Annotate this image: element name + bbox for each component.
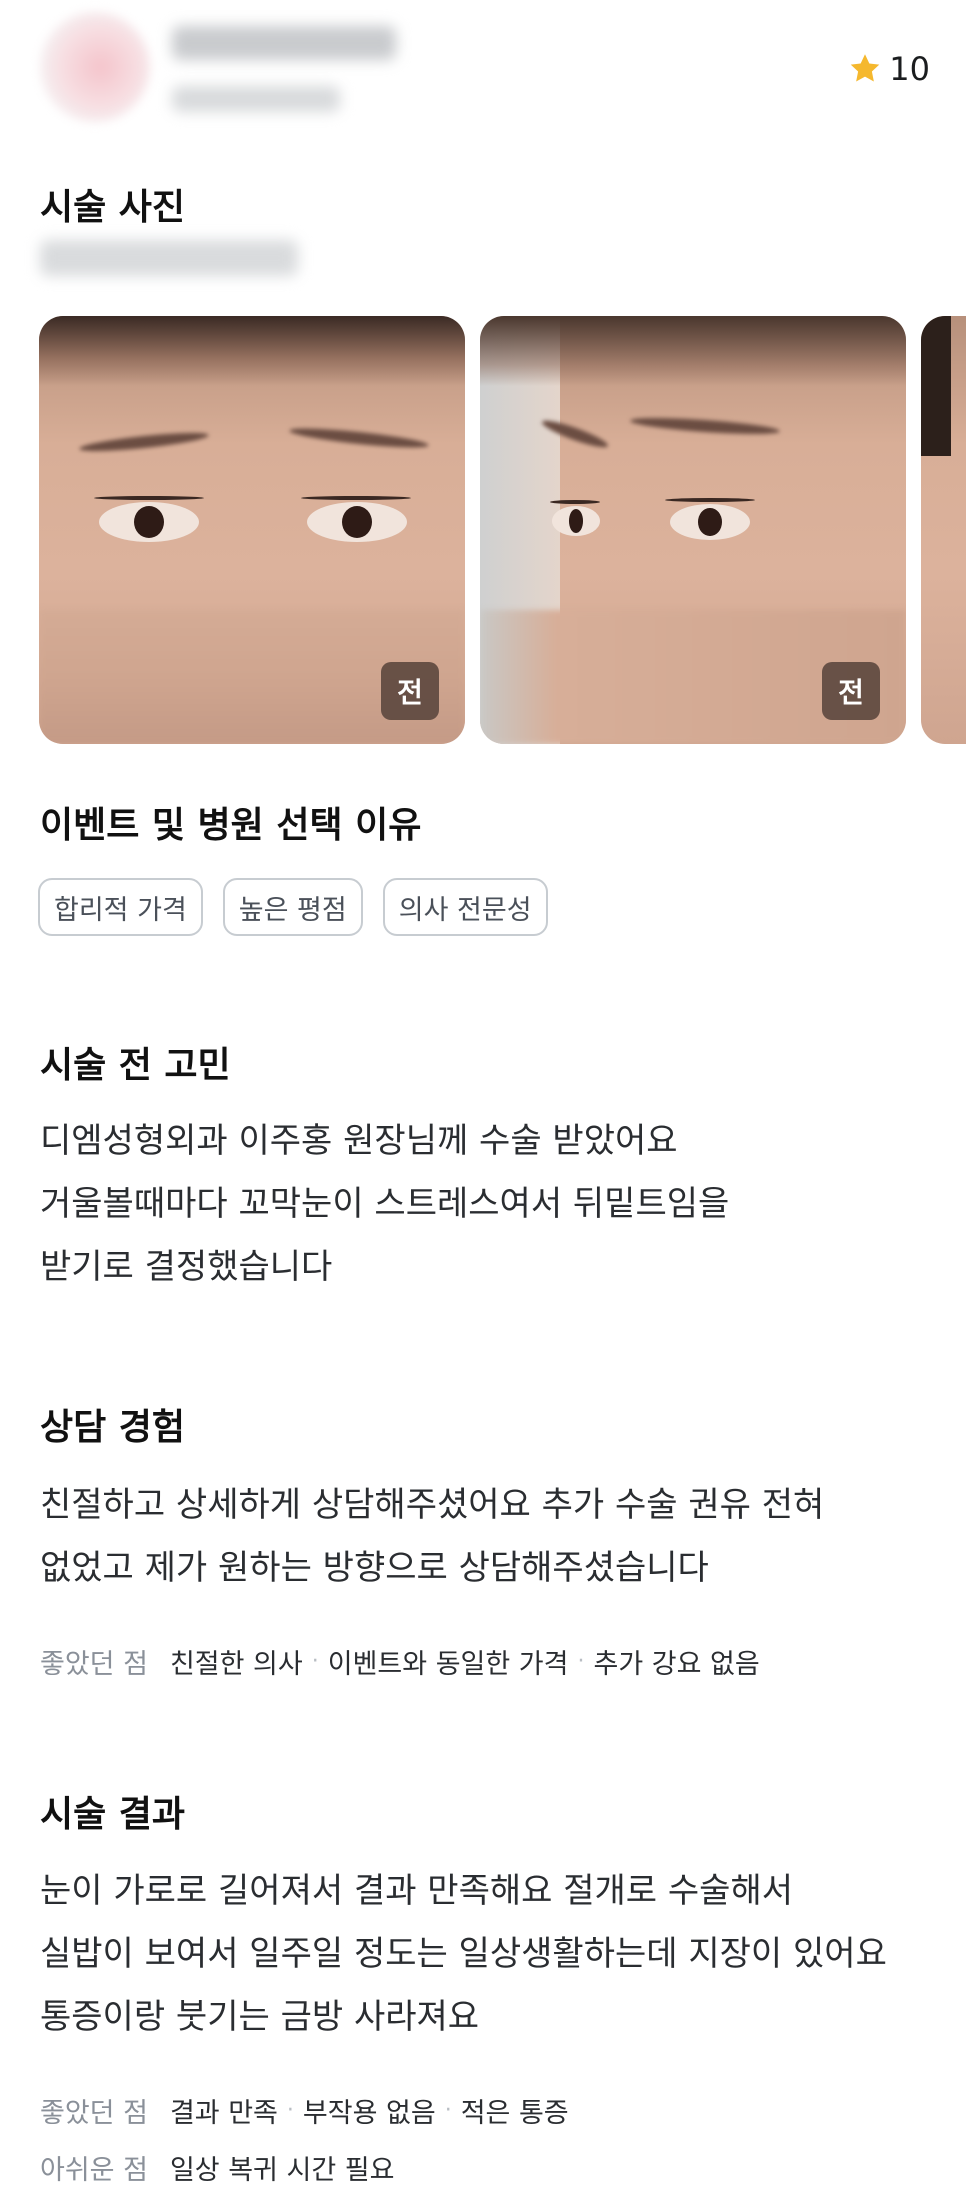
before-photo-side[interactable]: 전 xyxy=(480,316,906,744)
reason-chips: 합리적 가격 높은 평점 의사 전문성 xyxy=(38,878,548,936)
result-good-points: 좋았던 점 결과 만족 · 부작용 없음 · 적은 통증 xyxy=(40,2091,569,2130)
reason-chip: 합리적 가격 xyxy=(38,878,203,936)
separator-dot: · xyxy=(311,1649,319,1674)
good-point: 이벤트와 동일한 가격 xyxy=(327,1649,569,1680)
consult-good-points: 좋았던 점 친절한 의사 · 이벤트와 동일한 가격 · 추가 강요 없음 xyxy=(40,1642,760,1681)
before-concern-text: 디엠성형외과 이주홍 원장님께 수술 받았어요 거울볼때마다 꼬막눈이 스트레스… xyxy=(40,1110,729,1299)
good-points-label: 좋았던 점 xyxy=(40,1649,148,1680)
before-badge: 전 xyxy=(381,662,439,720)
before-badge: 전 xyxy=(822,662,880,720)
separator-dot: · xyxy=(444,2098,452,2123)
blurred-username xyxy=(172,26,396,60)
reason-chip: 높은 평점 xyxy=(222,878,363,936)
reason-chip: 의사 전문성 xyxy=(382,878,548,936)
bad-points-label: 아쉬운 점 xyxy=(40,2155,148,2186)
blurred-user-meta xyxy=(172,86,340,112)
review-header: 10 xyxy=(0,0,966,122)
text-line: 친절하고 상세하게 상담해주셨어요 추가 수술 권유 전혀 xyxy=(40,1485,825,1525)
separator-dot: · xyxy=(577,1649,585,1674)
good-point: 추가 강요 없음 xyxy=(593,1649,760,1680)
good-point: 결과 만족 xyxy=(169,2098,278,2129)
rating-value: 10 xyxy=(889,50,930,88)
avatar[interactable] xyxy=(40,12,150,122)
separator-dot: · xyxy=(286,2098,294,2123)
result-text: 눈이 가로로 길어져서 결과 만족해요 절개로 수술해서 실밥이 보여서 일주일… xyxy=(40,1860,887,2049)
bad-point: 일상 복귀 시간 필요 xyxy=(169,2155,395,2186)
text-line: 디엠성형외과 이주홍 원장님께 수술 받았어요 xyxy=(40,1121,678,1161)
photo-carousel[interactable]: 전 전 xyxy=(0,316,966,744)
reason-section-title: 이벤트 및 병원 선택 이유 xyxy=(40,805,422,846)
text-line: 눈이 가로로 길어져서 결과 만족해요 절개로 수술해서 xyxy=(40,1871,794,1911)
star-icon xyxy=(851,54,880,82)
photos-section-title: 시술 사진 xyxy=(40,187,186,228)
rating: 10 xyxy=(847,50,930,88)
consult-text: 친절하고 상세하게 상담해주셨어요 추가 수술 권유 전혀 없었고 제가 원하는… xyxy=(40,1474,824,1600)
text-line: 통증이랑 붓기는 금방 사라져요 xyxy=(40,1997,480,2037)
good-point: 부작용 없음 xyxy=(302,2098,436,2129)
result-section-title: 시술 결과 xyxy=(40,1794,186,1835)
text-line: 실밥이 보여서 일주일 정도는 일상생활하는데 지장이 있어요 xyxy=(40,1934,887,1974)
before-photo-partial[interactable] xyxy=(921,316,966,744)
text-line: 받기로 결정했습니다 xyxy=(40,1247,333,1287)
before-photo-front[interactable]: 전 xyxy=(39,316,465,744)
result-bad-points: 아쉬운 점 일상 복귀 시간 필요 xyxy=(40,2148,394,2187)
blurred-date xyxy=(40,240,298,276)
text-line: 없었고 제가 원하는 방향으로 상담해주셨습니다 xyxy=(40,1548,709,1588)
text-line: 거울볼때마다 꼬막눈이 스트레스여서 뒤밑트임을 xyxy=(40,1184,730,1224)
good-point: 친절한 의사 xyxy=(169,1649,303,1680)
before-concern-title: 시술 전 고민 xyxy=(40,1045,231,1086)
consult-section-title: 상담 경험 xyxy=(40,1407,186,1448)
good-point: 적은 통증 xyxy=(460,2098,569,2129)
good-points-label: 좋았던 점 xyxy=(40,2098,148,2129)
